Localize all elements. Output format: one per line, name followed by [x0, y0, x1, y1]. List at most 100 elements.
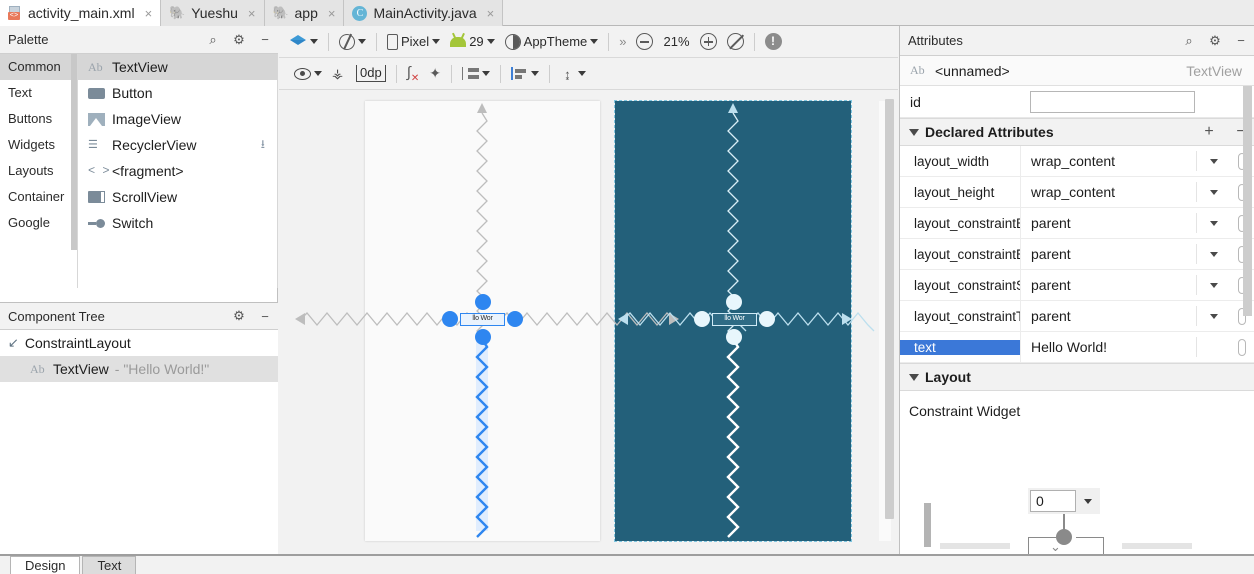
- chevron-down-icon[interactable]: [1196, 151, 1230, 171]
- textview-widget-design[interactable]: llo Wor: [460, 313, 505, 326]
- constraint-handle-top-bp[interactable]: [726, 294, 742, 310]
- attribute-value[interactable]: parent: [1020, 269, 1196, 301]
- palette-item-scrollview[interactable]: ScrollView: [78, 184, 277, 210]
- search-icon[interactable]: ⌕: [200, 32, 226, 48]
- chevron-down-icon[interactable]: [1196, 182, 1230, 202]
- left-side-bar[interactable]: [940, 543, 1010, 549]
- palette-category-text[interactable]: Text: [0, 80, 77, 106]
- table-row[interactable]: layout_constraintStart_toStartOf parent: [900, 269, 1254, 301]
- download-icon[interactable]: ⭳: [261, 135, 265, 156]
- close-icon[interactable]: ×: [328, 6, 336, 21]
- attribute-value[interactable]: parent: [1020, 300, 1196, 332]
- editor-tab-mainactivity-java[interactable]: C MainActivity.java ×: [344, 0, 504, 26]
- palette-item-recyclerview[interactable]: ☰ RecyclerView ⭳: [78, 132, 277, 158]
- search-icon[interactable]: ⌕: [1176, 33, 1202, 49]
- orientation-select[interactable]: [334, 29, 371, 55]
- palette-category-google[interactable]: Google: [0, 210, 77, 236]
- top-margin-stepper[interactable]: 0: [1028, 488, 1100, 514]
- tab-design[interactable]: Design: [10, 556, 81, 574]
- add-attribute-button[interactable]: +: [1196, 123, 1222, 141]
- close-icon[interactable]: ×: [487, 6, 495, 21]
- left-margin-bar[interactable]: [924, 503, 931, 547]
- overflow-chevron[interactable]: »: [614, 29, 631, 55]
- editor-tab-app[interactable]: 🐘 app ×: [264, 0, 345, 26]
- guidelines-button[interactable]: ↨: [555, 61, 591, 87]
- default-margin-button[interactable]: 0dp: [351, 61, 391, 87]
- constraint-handle-end[interactable]: [507, 311, 523, 327]
- palette-item-imageview[interactable]: ImageView: [78, 106, 277, 132]
- textview-widget-blueprint[interactable]: llo Wor: [712, 313, 757, 326]
- right-side-bar[interactable]: [1122, 543, 1192, 549]
- chevron-down-icon[interactable]: [909, 373, 919, 381]
- zoom-in-button[interactable]: [695, 29, 722, 55]
- attribute-value[interactable]: wrap_content: [1020, 176, 1196, 208]
- palette-category-scrollbar[interactable]: [71, 54, 77, 250]
- palette-item-fragment[interactable]: < > <fragment>: [78, 158, 277, 184]
- design-mode-select[interactable]: [285, 29, 323, 55]
- table-row[interactable]: layout_constraintBottom_toBottomOf paren…: [900, 207, 1254, 239]
- editor-tab-yueshu[interactable]: 🐘 Yueshu ×: [161, 0, 265, 26]
- attribute-value[interactable]: parent: [1020, 207, 1196, 239]
- api-level-select[interactable]: 29: [445, 29, 499, 55]
- autoconnect-button[interactable]: ⚶: [327, 61, 351, 87]
- id-field[interactable]: [1030, 90, 1195, 113]
- layout-section-header[interactable]: Layout: [900, 363, 1254, 391]
- table-row[interactable]: layout_constraintTop_toTopOf parent: [900, 300, 1254, 332]
- zoom-out-button[interactable]: [631, 29, 658, 55]
- clear-constraints-button[interactable]: ∫✕: [402, 61, 425, 87]
- issues-button[interactable]: !: [760, 29, 787, 55]
- constraint-handle-bottom-bp[interactable]: [726, 329, 742, 345]
- align-button[interactable]: [506, 61, 544, 87]
- zoom-to-fit-button[interactable]: [722, 29, 749, 55]
- gear-icon[interactable]: ⚙: [226, 308, 252, 324]
- constraint-handle-start[interactable]: [442, 311, 458, 327]
- design-canvas[interactable]: llo Wor llo Wor: [279, 91, 898, 554]
- editor-tab-activity-main-xml[interactable]: <> activity_main.xml ×: [0, 0, 162, 26]
- palette-item-textview[interactable]: Ab TextView: [78, 54, 277, 80]
- chevron-down-icon[interactable]: [909, 128, 919, 136]
- minimize-icon[interactable]: −: [1228, 33, 1254, 48]
- chevron-down-icon[interactable]: [1196, 213, 1230, 233]
- palette-category-common[interactable]: Common: [0, 54, 77, 80]
- close-icon[interactable]: ×: [145, 6, 153, 21]
- chevron-down-icon[interactable]: [1076, 498, 1100, 504]
- minimize-icon[interactable]: −: [252, 32, 278, 47]
- table-row[interactable]: layout_constraintEnd_toEndOf parent: [900, 238, 1254, 270]
- palette-category-layouts[interactable]: Layouts: [0, 158, 77, 184]
- table-row[interactable]: layout_width wrap_content: [900, 145, 1254, 177]
- attributes-vertical-scrollbar[interactable]: [1243, 86, 1252, 316]
- palette-item-switch[interactable]: Switch: [78, 210, 277, 236]
- tree-node-constraintlayout[interactable]: ↘ ConstraintLayout: [0, 330, 278, 356]
- constraint-handle-end-bp[interactable]: [759, 311, 775, 327]
- minimize-icon[interactable]: −: [252, 309, 278, 324]
- gear-icon[interactable]: ⚙: [1202, 33, 1228, 49]
- gear-icon[interactable]: ⚙: [226, 32, 252, 48]
- constraint-handle-start-bp[interactable]: [694, 311, 710, 327]
- palette-category-widgets[interactable]: Widgets: [0, 132, 77, 158]
- palette-item-button[interactable]: Button: [78, 80, 277, 106]
- attribute-value[interactable]: Hello World!: [1020, 331, 1196, 363]
- attribute-value[interactable]: wrap_content: [1020, 145, 1196, 177]
- chevron-down-icon[interactable]: [1196, 275, 1230, 295]
- declared-attributes-header[interactable]: Declared Attributes + −: [900, 118, 1254, 146]
- close-icon[interactable]: ×: [248, 6, 256, 21]
- device-select[interactable]: Pixel: [382, 29, 445, 55]
- palette-category-containers[interactable]: Container: [0, 184, 77, 210]
- chevron-down-icon[interactable]: [1196, 244, 1230, 264]
- chevron-down-icon[interactable]: [1196, 306, 1230, 326]
- tree-node-textview[interactable]: Ab TextView - "Hello World!": [0, 356, 278, 382]
- infer-constraints-button[interactable]: ✦: [424, 61, 446, 87]
- constraint-handle-bottom[interactable]: [475, 329, 491, 345]
- canvas-vertical-scrollbar[interactable]: [885, 99, 894, 519]
- top-margin-value[interactable]: 0: [1030, 490, 1076, 512]
- palette-category-buttons[interactable]: Buttons: [0, 106, 77, 132]
- theme-select[interactable]: AppTheme: [500, 29, 604, 55]
- constraint-handle-top[interactable]: [475, 294, 491, 310]
- pack-button[interactable]: [457, 61, 495, 87]
- table-row[interactable]: text Hello World!: [900, 331, 1254, 363]
- tab-text[interactable]: Text: [82, 556, 137, 574]
- attribute-value[interactable]: parent: [1020, 238, 1196, 270]
- resource-picker-icon[interactable]: [1230, 338, 1254, 356]
- table-row[interactable]: layout_height wrap_content: [900, 176, 1254, 208]
- view-options-button[interactable]: [289, 61, 327, 87]
